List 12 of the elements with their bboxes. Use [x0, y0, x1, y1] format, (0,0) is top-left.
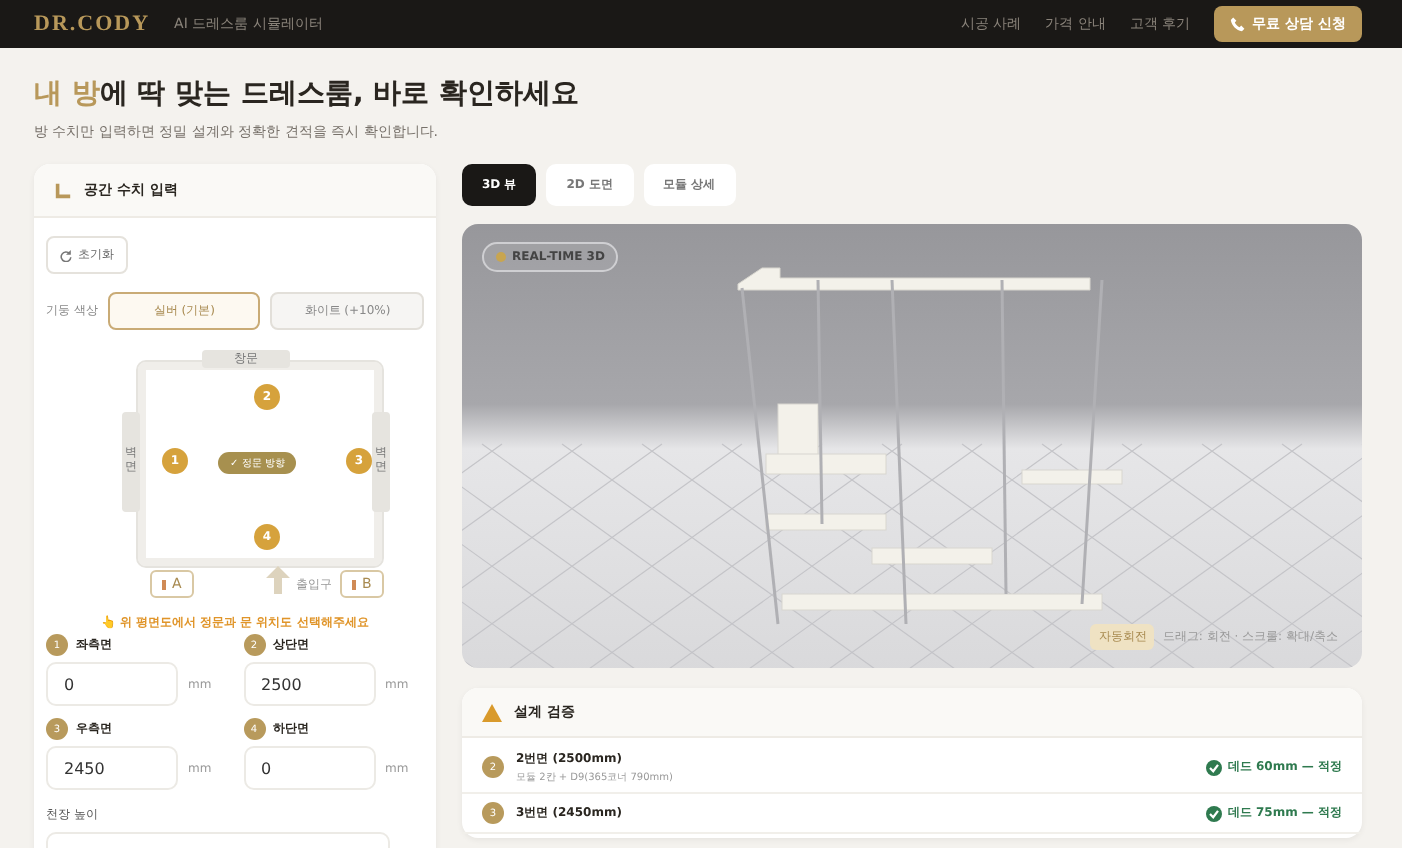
phone-icon [1230, 16, 1247, 32]
page-title: 내 방에 딱 맞는 드레스룸, 바로 확인하세요 [34, 76, 582, 112]
check-circle-icon [1205, 805, 1222, 821]
check-circle-icon [1205, 759, 1222, 775]
input-field[interactable]: 0 [243, 746, 375, 790]
refresh-icon [60, 249, 72, 261]
logo[interactable]: DR.CODY [34, 12, 151, 36]
input-field[interactable]: 2450 [46, 746, 178, 790]
input-field[interactable]: 0 [46, 662, 178, 706]
up-arrow-icon [266, 566, 290, 594]
input-field[interactable]: 2500 [243, 662, 375, 706]
warning-icon [482, 703, 502, 721]
